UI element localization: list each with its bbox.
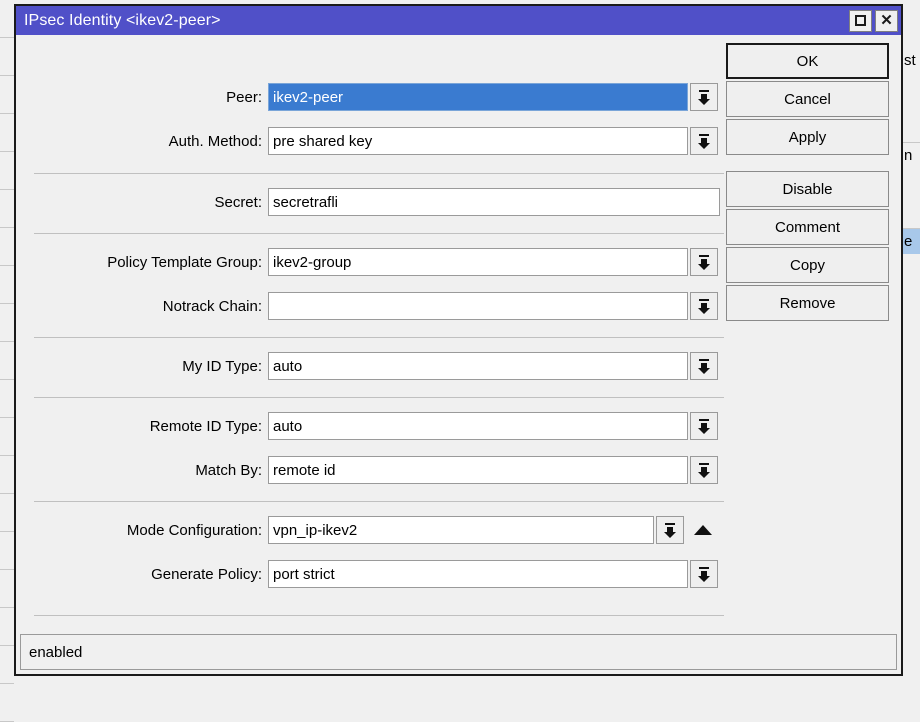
identity-form: Peer: ikev2-peer Auth. Method: pre shared k… bbox=[16, 35, 738, 634]
dialog-titlebar[interactable]: IPsec Identity <ikev2-peer> ✕ bbox=[16, 6, 901, 35]
maximize-button[interactable] bbox=[849, 9, 872, 32]
form-row: My ID Type: auto bbox=[16, 352, 718, 380]
field-input[interactable]: ikev2-group bbox=[268, 248, 688, 276]
section-separator bbox=[34, 615, 724, 616]
background-list-row bbox=[0, 0, 14, 38]
section-separator bbox=[34, 233, 724, 234]
section-separator bbox=[34, 501, 724, 502]
field-input[interactable]: auto bbox=[268, 352, 688, 380]
background-list-cell: n bbox=[903, 142, 920, 168]
dropdown-arrow-icon[interactable] bbox=[690, 456, 718, 484]
field-label: Peer: bbox=[226, 88, 262, 106]
field-label: Notrack Chain: bbox=[162, 297, 262, 315]
close-x-icon: ✕ bbox=[880, 12, 893, 29]
field-label: Remote ID Type: bbox=[149, 417, 262, 435]
background-list-row bbox=[0, 190, 14, 228]
dialog-title: IPsec Identity <ikev2-peer> bbox=[24, 11, 221, 29]
dropdown-arrow-icon[interactable] bbox=[690, 412, 718, 440]
field-input[interactable]: secretrafli bbox=[268, 188, 720, 216]
background-list-row bbox=[0, 76, 14, 114]
copy-button[interactable]: Copy bbox=[726, 247, 889, 283]
status-text: enabled bbox=[29, 643, 83, 661]
dialog-button-column: OK Cancel Apply Disable Comment Copy Remove bbox=[726, 43, 889, 323]
comment-button[interactable]: Comment bbox=[726, 209, 889, 245]
dropdown-arrow-icon[interactable] bbox=[690, 352, 718, 380]
field-label: Mode Configuration: bbox=[126, 521, 262, 539]
remove-button[interactable]: Remove bbox=[726, 285, 889, 321]
maximize-square-icon bbox=[855, 15, 866, 26]
field-input[interactable] bbox=[268, 292, 688, 320]
field-input[interactable]: vpn_ip-ikev2 bbox=[268, 516, 654, 544]
field-input[interactable]: port strict bbox=[268, 560, 688, 588]
close-button[interactable]: ✕ bbox=[875, 9, 898, 32]
background-list-row bbox=[0, 380, 14, 418]
disable-button[interactable]: Disable bbox=[726, 171, 889, 207]
background-list-row bbox=[0, 152, 14, 190]
field-label: Auth. Method: bbox=[168, 132, 262, 150]
dropdown-arrow-icon[interactable] bbox=[690, 127, 718, 155]
field-label: Secret: bbox=[214, 193, 262, 211]
titlebar-buttons: ✕ bbox=[849, 9, 898, 32]
dropdown-arrow-icon[interactable] bbox=[690, 248, 718, 276]
dropdown-arrow-icon[interactable] bbox=[690, 292, 718, 320]
background-list-row bbox=[0, 114, 14, 152]
background-list-row bbox=[0, 266, 14, 304]
dialog-body: Peer: ikev2-peer Auth. Method: pre shared k… bbox=[16, 35, 901, 634]
section-separator bbox=[34, 397, 724, 398]
form-row: Policy Template Group: ikev2-group bbox=[16, 248, 718, 276]
background-list-row bbox=[0, 418, 14, 456]
status-bar: enabled bbox=[20, 634, 897, 670]
field-label: My ID Type: bbox=[182, 357, 262, 375]
form-row: Auth. Method: pre shared key bbox=[16, 127, 718, 155]
field-input[interactable]: remote id bbox=[268, 456, 688, 484]
form-row: Match By: remote id bbox=[16, 456, 718, 484]
field-input[interactable]: pre shared key bbox=[268, 127, 688, 155]
field-label: Match By: bbox=[195, 461, 262, 479]
background-list-row bbox=[0, 608, 14, 646]
form-row: Notrack Chain: bbox=[16, 292, 718, 320]
form-row: Peer: ikev2-peer bbox=[16, 83, 718, 111]
cancel-button[interactable]: Cancel bbox=[726, 81, 889, 117]
ok-button[interactable]: OK bbox=[726, 43, 889, 79]
background-list-row bbox=[0, 228, 14, 266]
background-list-row bbox=[0, 304, 14, 342]
button-group-gap bbox=[726, 157, 889, 171]
background-list-row bbox=[0, 570, 14, 608]
background-list-row bbox=[0, 38, 14, 76]
field-input[interactable]: auto bbox=[268, 412, 688, 440]
field-input[interactable]: ikev2-peer bbox=[268, 83, 688, 111]
ipsec-identity-dialog: IPsec Identity <ikev2-peer> ✕ Peer: ikev2… bbox=[14, 4, 903, 676]
apply-button[interactable]: Apply bbox=[726, 119, 889, 155]
form-row: Mode Configuration: vpn_ip-ikev2 bbox=[16, 516, 716, 544]
collapse-up-arrow-icon[interactable] bbox=[690, 516, 716, 544]
form-row: Generate Policy: port strict bbox=[16, 560, 718, 588]
field-label: Generate Policy: bbox=[151, 565, 262, 583]
form-row: Secret: secretrafli bbox=[16, 188, 720, 216]
background-list-left-edge bbox=[0, 0, 14, 722]
background-list-row bbox=[0, 646, 14, 684]
field-label: Policy Template Group: bbox=[107, 253, 262, 271]
background-list-cell: st bbox=[904, 52, 916, 69]
background-list-row bbox=[0, 342, 14, 380]
background-list-row bbox=[0, 684, 14, 722]
dropdown-arrow-icon[interactable] bbox=[690, 83, 718, 111]
background-list-cell: e bbox=[903, 228, 920, 254]
background-list-row bbox=[0, 532, 14, 570]
dropdown-arrow-icon[interactable] bbox=[690, 560, 718, 588]
background-list-row bbox=[0, 494, 14, 532]
dropdown-arrow-icon[interactable] bbox=[656, 516, 684, 544]
background-list-row bbox=[0, 456, 14, 494]
section-separator bbox=[34, 337, 724, 338]
form-row: Remote ID Type: auto bbox=[16, 412, 718, 440]
section-separator bbox=[34, 173, 724, 174]
background-list-right-edge: st n e bbox=[903, 0, 920, 686]
